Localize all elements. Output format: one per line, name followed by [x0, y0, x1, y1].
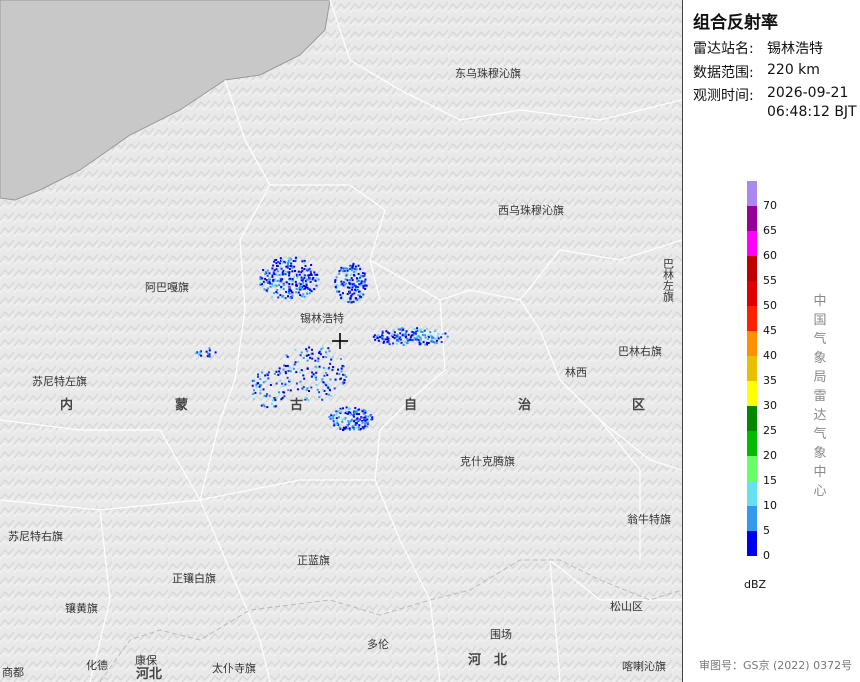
- label-songshan: 松山区: [610, 599, 643, 613]
- map-approval-number: 审图号：GS京 (2022) 0372号: [699, 659, 853, 672]
- range-value: 220 km: [767, 62, 820, 78]
- legend-swatch: [747, 306, 757, 331]
- time-clock: 06:48:12 BJT: [767, 104, 857, 120]
- label-balin-left: 巴林左旗: [662, 258, 675, 303]
- time-label: 观测时间:: [693, 88, 754, 104]
- legend-swatch: [747, 456, 757, 481]
- legend-tick-label: 0: [763, 549, 770, 562]
- legend-tick-label: 40: [763, 349, 777, 362]
- legend-tick-label: 45: [763, 324, 777, 337]
- legend-swatch: [747, 431, 757, 456]
- label-xianghuang: 镶黄旗: [65, 601, 98, 615]
- legend-tick-label: 60: [763, 249, 777, 262]
- label-zhengxiangbai: 正镶白旗: [172, 571, 216, 585]
- label-wengniute: 翁牛特旗: [627, 512, 671, 526]
- legend-swatch: [747, 356, 757, 381]
- region-char-zi: 自: [404, 397, 417, 413]
- label-huade: 化德: [86, 658, 108, 672]
- label-shangdu: 商都: [2, 665, 24, 679]
- label-zhenglan: 正蓝旗: [297, 553, 330, 567]
- region-char-gu: 古: [290, 397, 303, 413]
- legend-swatch: [747, 206, 757, 231]
- legend-swatch: [747, 406, 757, 431]
- region-hebei-a: 河北: [136, 666, 162, 682]
- legend-tick-label: 35: [763, 374, 777, 387]
- label-keshi: 克什克腾旗: [460, 454, 515, 468]
- agency-vertical-text: 中国气象局雷达气象中心: [813, 294, 827, 499]
- region-char-zhi: 治: [518, 397, 531, 413]
- legend-tick-label: 70: [763, 199, 777, 212]
- region-hebei-b: 河 北: [468, 652, 507, 668]
- label-duolun: 多伦: [367, 637, 389, 651]
- region-char-nei: 内: [60, 397, 73, 413]
- label-taipusi: 太仆寺旗: [212, 661, 256, 675]
- legend-swatch: [747, 331, 757, 356]
- legend-swatch: [747, 381, 757, 406]
- label-sunite-right: 苏尼特右旗: [8, 529, 63, 543]
- station-label: 雷达站名:: [693, 41, 754, 57]
- legend-tick-label: 15: [763, 474, 777, 487]
- legend-swatch: [747, 231, 757, 256]
- legend-swatch: [747, 506, 757, 531]
- legend-tick-label: 10: [763, 499, 777, 512]
- legend-tick-label: 30: [763, 399, 777, 412]
- legend-tick-label: 50: [763, 299, 777, 312]
- legend-unit: dBZ: [744, 578, 767, 591]
- legend-swatch: [747, 256, 757, 281]
- label-kangbao: 康保: [135, 653, 157, 667]
- label-linxi: 林西: [565, 365, 587, 379]
- legend-tick-label: 5: [763, 524, 770, 537]
- time-row: 观测时间: 2026-09-21 06:48:12 BJT: [693, 85, 857, 120]
- label-kalaqin: 喀喇沁旗: [622, 659, 666, 673]
- legend-tick-label: 25: [763, 424, 777, 437]
- label-balin-right: 巴林右旗: [618, 344, 662, 358]
- info-panel: 组合反射率 雷达站名: 锡林浩特 数据范围: 220 km 观测时间: 2026…: [682, 0, 860, 682]
- label-abaga: 阿巴嘎旗: [145, 280, 189, 294]
- legend-swatch: [747, 481, 757, 506]
- legend-swatch: [747, 531, 757, 556]
- legend-tick-label: 55: [763, 274, 777, 287]
- station-value: 锡林浩特: [767, 41, 823, 57]
- range-label: 数据范围:: [693, 65, 754, 81]
- label-xiwu: 西乌珠穆沁旗: [498, 203, 564, 217]
- time-date: 2026-09-21: [767, 85, 849, 101]
- radar-map[interactable]: 东乌珠穆沁旗 西乌珠穆沁旗 阿巴嘎旗 锡林浩特 苏尼特左旗 苏尼特右旗 林西 巴…: [0, 0, 682, 682]
- station-row: 雷达站名: 锡林浩特: [693, 38, 823, 58]
- region-char-qu: 区: [632, 398, 645, 413]
- label-dongwu: 东乌珠穆沁旗: [455, 66, 521, 80]
- label-weichang: 围场: [490, 627, 512, 641]
- legend-tick-label: 20: [763, 449, 777, 462]
- region-char-meng: 蒙: [175, 397, 188, 413]
- panel-title: 组合反射率: [693, 13, 778, 33]
- legend-tick-label: 65: [763, 224, 777, 237]
- label-sunite-left: 苏尼特左旗: [32, 374, 87, 388]
- legend-swatch: [747, 181, 757, 206]
- legend-swatch: [747, 281, 757, 306]
- range-row: 数据范围: 220 km: [693, 62, 820, 82]
- label-xilin: 锡林浩特: [300, 311, 344, 325]
